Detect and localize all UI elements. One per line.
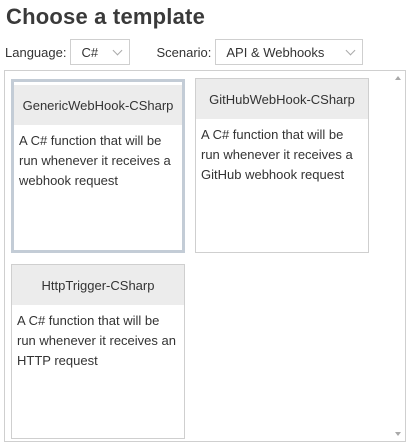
- template-card-title: GenericWebHook-CSharp: [14, 85, 182, 125]
- scroll-up-arrow-icon[interactable]: [395, 76, 401, 80]
- language-select[interactable]: C#: [70, 39, 131, 65]
- template-card-generic-webhook[interactable]: GenericWebHook-CSharp A C# function that…: [11, 79, 185, 253]
- chevron-down-icon: [345, 45, 356, 55]
- page-title: Choose a template: [6, 4, 206, 29]
- language-label: Language:: [5, 44, 67, 60]
- scenario-select[interactable]: API & Webhooks: [215, 39, 364, 65]
- template-card-title: GitHubWebHook-CSharp: [196, 79, 368, 119]
- chevron-down-icon: [113, 45, 123, 55]
- language-select-value: C#: [81, 44, 99, 60]
- template-card-description: A C# function that will be run whenever …: [17, 313, 176, 368]
- scenario-select-value: API & Webhooks: [226, 44, 325, 60]
- filter-bar: Language: C# Scenario: API & Webhooks: [5, 38, 364, 66]
- template-card-http-trigger[interactable]: HttpTrigger-CSharp A C# function that wi…: [11, 264, 185, 439]
- template-card-github-webhook[interactable]: GitHubWebHook-CSharp A C# function that …: [195, 78, 369, 253]
- template-card-description: A C# function that will be run whenever …: [19, 133, 171, 188]
- template-card-description: A C# function that will be run whenever …: [201, 127, 353, 182]
- template-list: GenericWebHook-CSharp A C# function that…: [4, 70, 406, 442]
- template-card-title: HttpTrigger-CSharp: [12, 265, 184, 305]
- scenario-label: Scenario:: [156, 44, 212, 60]
- vertical-scrollbar[interactable]: [391, 71, 405, 441]
- scroll-down-arrow-icon[interactable]: [395, 432, 401, 436]
